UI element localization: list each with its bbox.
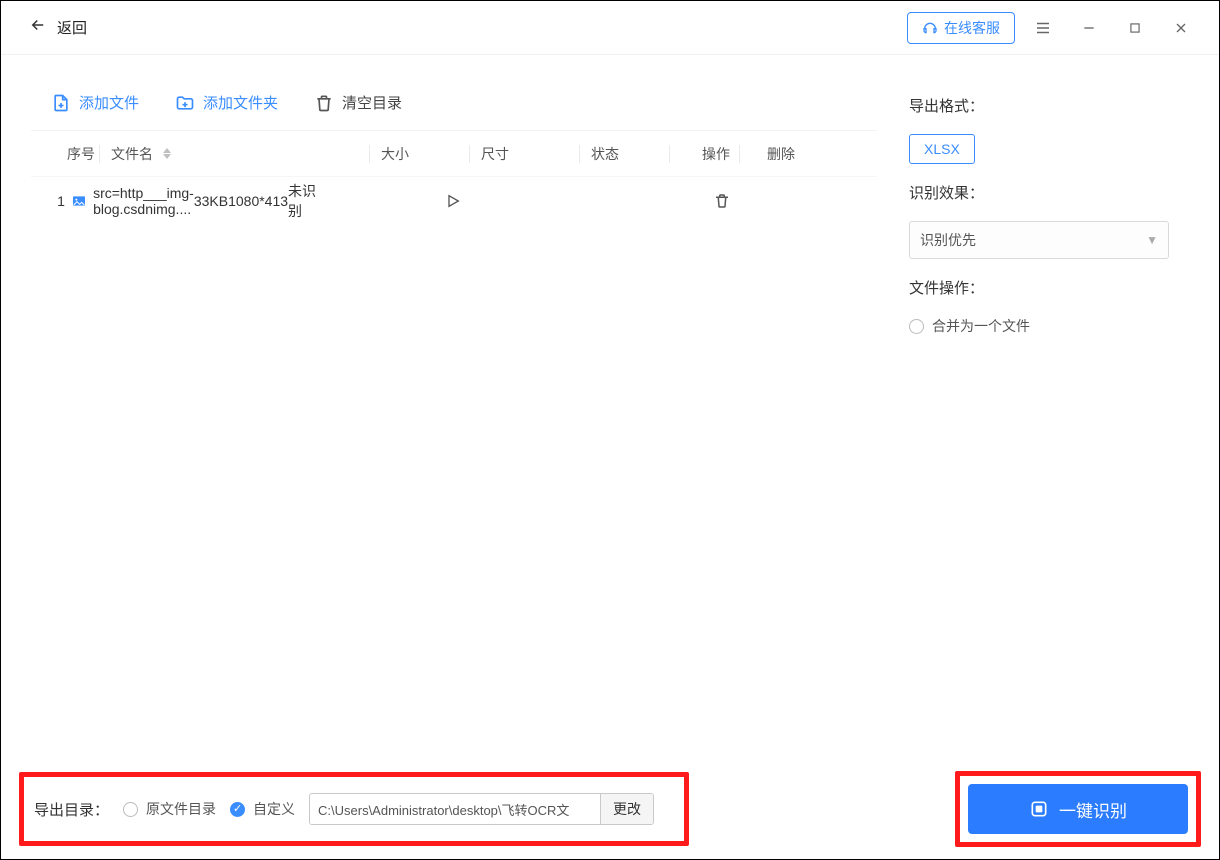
- recognize-button[interactable]: 一键识别: [968, 784, 1188, 834]
- main-area: 添加文件 添加文件夹 清空目录 序号 文件名 大小 尺寸 状态 操作 删除: [1, 55, 1219, 759]
- col-operation: 操作: [681, 144, 751, 164]
- menu-button[interactable]: [1025, 10, 1061, 46]
- scan-icon: [1029, 799, 1049, 819]
- radio-icon: [123, 802, 138, 817]
- title-bar: 返回 在线客服: [1, 1, 1219, 55]
- recognize-highlight: 一键识别: [955, 771, 1201, 847]
- support-label: 在线客服: [944, 18, 1000, 38]
- trash-icon: [713, 192, 731, 210]
- file-plus-icon: [51, 93, 71, 113]
- fileop-label: 文件操作：: [909, 277, 1183, 298]
- merge-option[interactable]: 合并为一个文件: [909, 316, 1183, 336]
- col-status: 状态: [591, 144, 681, 164]
- effect-label: 识别效果：: [909, 182, 1183, 203]
- path-input-group: 更改: [309, 793, 654, 825]
- file-toolbar: 添加文件 添加文件夹 清空目录: [31, 75, 877, 131]
- headset-icon: [922, 20, 938, 36]
- effect-select[interactable]: 识别优先 ▼: [909, 221, 1169, 259]
- table-header: 序号 文件名 大小 尺寸 状态 操作 删除: [31, 131, 877, 177]
- radio-icon: [909, 319, 924, 334]
- sort-icon: [163, 148, 171, 159]
- col-delete: 删除: [751, 144, 811, 164]
- image-file-icon: [71, 193, 87, 209]
- cell-dimension: 1080*413: [228, 193, 288, 209]
- col-size: 大小: [381, 144, 481, 164]
- clear-list-button[interactable]: 清空目录: [314, 92, 402, 113]
- col-dimension: 尺寸: [481, 144, 591, 164]
- arrow-left-icon: [29, 16, 47, 39]
- close-button[interactable]: [1163, 10, 1199, 46]
- trash-icon: [314, 93, 334, 113]
- export-label: 导出目录：: [34, 799, 109, 820]
- cell-status: 未识别: [288, 181, 318, 221]
- clear-list-label: 清空目录: [342, 92, 402, 113]
- add-file-button[interactable]: 添加文件: [51, 92, 139, 113]
- cell-filename: src=http___img-blog.csdnimg....: [71, 185, 194, 217]
- folder-plus-icon: [175, 93, 195, 113]
- recognize-label: 一键识别: [1059, 797, 1127, 822]
- settings-panel: 导出格式： XLSX 识别效果： 识别优先 ▼ 文件操作： 合并为一个文件: [901, 75, 1201, 759]
- add-folder-button[interactable]: 添加文件夹: [175, 92, 278, 113]
- cell-index: 1: [51, 193, 71, 209]
- row-run-button[interactable]: [318, 193, 587, 209]
- format-label: 导出格式：: [909, 95, 1183, 116]
- row-delete-button[interactable]: [588, 192, 857, 210]
- play-icon: [445, 193, 461, 209]
- col-index: 序号: [51, 144, 111, 164]
- add-folder-label: 添加文件夹: [203, 92, 278, 113]
- footer-bar: 导出目录： 原文件目录 自定义 更改 一键识别: [1, 759, 1219, 859]
- minimize-button[interactable]: [1071, 10, 1107, 46]
- change-path-button[interactable]: 更改: [600, 794, 653, 824]
- back-label: 返回: [57, 17, 87, 38]
- col-filename[interactable]: 文件名: [111, 144, 381, 164]
- table-row: 1 src=http___img-blog.csdnimg.... 33KB 1…: [31, 177, 877, 225]
- maximize-button[interactable]: [1117, 10, 1153, 46]
- cell-size: 33KB: [194, 193, 228, 209]
- export-original-option[interactable]: 原文件目录: [123, 799, 216, 819]
- radio-checked-icon: [230, 802, 245, 817]
- chevron-down-icon: ▼: [1146, 233, 1158, 247]
- add-file-label: 添加文件: [79, 92, 139, 113]
- export-dir-group: 导出目录： 原文件目录 自定义 更改: [19, 772, 689, 846]
- export-path-input[interactable]: [310, 794, 600, 824]
- effect-value: 识别优先: [920, 230, 976, 250]
- file-panel: 添加文件 添加文件夹 清空目录 序号 文件名 大小 尺寸 状态 操作 删除: [31, 75, 877, 759]
- merge-option-label: 合并为一个文件: [932, 316, 1030, 336]
- back-button[interactable]: 返回: [29, 16, 87, 39]
- export-custom-option[interactable]: 自定义: [230, 799, 295, 819]
- support-button[interactable]: 在线客服: [907, 12, 1015, 44]
- format-xlsx-chip[interactable]: XLSX: [909, 134, 975, 164]
